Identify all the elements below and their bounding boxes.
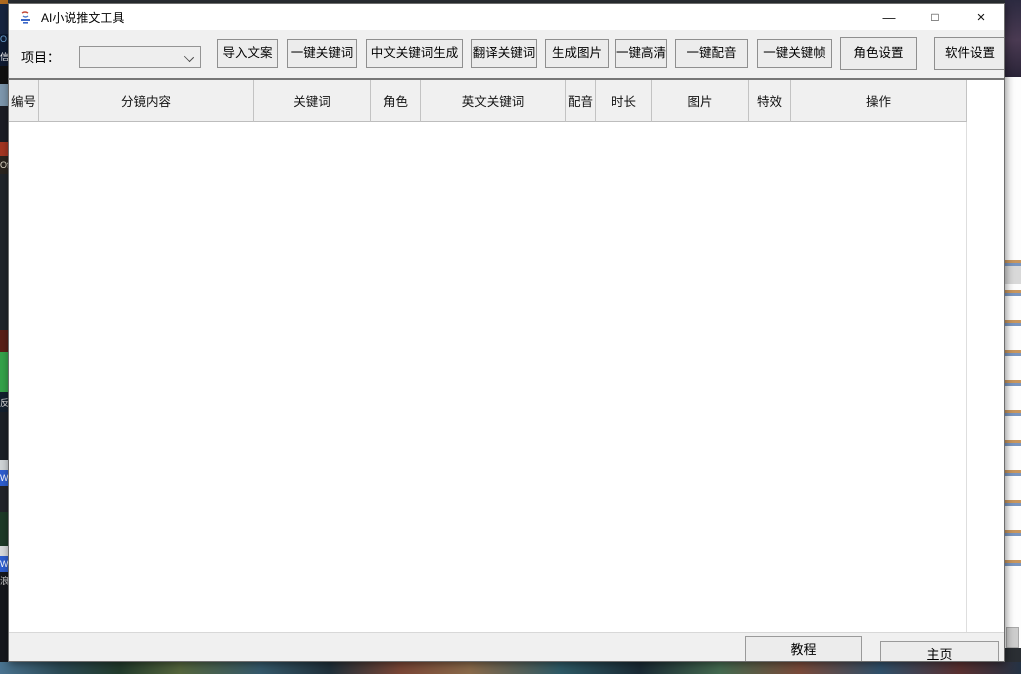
word-icon-fragment: W [0,473,8,483]
column-header-duration: 时长 [596,80,652,122]
translate-keywords-button[interactable]: 翻译关键词 [471,39,537,68]
column-header-dubbing: 配音 [566,80,596,122]
window-title: AI小说推文工具 [41,9,124,26]
app-icon [18,10,33,25]
background-window-scrollbar [1006,627,1019,648]
one-key-keyframe-button[interactable]: 一键关键帧 [757,39,832,68]
desktop-icon-label-fragment: 信 [0,52,8,62]
desktop-edge-right [1005,0,1021,674]
column-header-image: 图片 [652,80,749,122]
minimize-button[interactable]: — [866,4,912,30]
table-header-filler [967,80,1004,122]
close-button[interactable]: × [958,4,1004,30]
background-window-strip [1005,240,1021,570]
column-header-actions: 操作 [791,80,967,122]
chevron-down-icon [184,52,194,62]
table-viewport-divider [966,122,967,632]
software-settings-button[interactable]: 软件设置 [934,37,1005,70]
background-window-footer [1005,648,1021,662]
desktop-wallpaper-corner [1005,0,1021,77]
desktop-icon-label-fragment: 浪 [0,576,8,586]
one-key-keywords-button[interactable]: 一键关键词 [287,39,357,68]
table-header-row: 编号 分镜内容 关键词 角色 英文关键词 配音 时长 图片 特效 操作 [9,80,1004,122]
desktop: O 信 Of 反 W W 浪 AI小说推文工具 — [0,0,1021,674]
column-header-english-keywords: 英文关键词 [421,80,566,122]
toolbar: 项目： 导入文案 一键关键词 中文关键词生成 翻译关键词 生成图片 一键高清 一… [9,30,1004,78]
project-combobox[interactable] [79,46,201,68]
home-button[interactable]: 主页 [880,641,999,662]
generate-images-button[interactable]: 生成图片 [545,39,609,68]
one-key-hd-button[interactable]: 一键高清 [615,39,667,68]
column-header-keywords: 关键词 [254,80,371,122]
storyboard-table: 编号 分镜内容 关键词 角色 英文关键词 配音 时长 图片 特效 操作 [9,78,1004,632]
table-body-empty [9,122,1004,632]
app-window: AI小说推文工具 — □ × 项目： 导入文案 一键关键词 [8,3,1005,662]
desktop-icon-label-fragment: O [0,34,8,44]
desktop-icon-label-fragment: Of [0,160,8,170]
word-icon-fragment: W [0,559,8,569]
column-header-effects: 特效 [749,80,791,122]
column-header-character: 角色 [371,80,421,122]
close-icon: × [977,9,986,26]
project-label: 项目： [21,47,60,66]
maximize-icon: □ [931,10,938,24]
titlebar[interactable]: AI小说推文工具 — □ × [9,4,1004,30]
window-controls: — □ × [866,4,1004,30]
desktop-icon-label-fragment: 反 [0,398,8,408]
character-settings-button[interactable]: 角色设置 [840,37,917,70]
chinese-keywords-generate-button[interactable]: 中文关键词生成 [366,39,463,68]
maximize-button[interactable]: □ [912,4,958,30]
background-window-selected-row [1005,266,1021,284]
column-header-shot-content: 分镜内容 [39,80,254,122]
desktop-wallpaper-strip [0,662,1021,674]
tutorial-button[interactable]: 教程 [745,636,862,662]
import-copy-button[interactable]: 导入文案 [217,39,278,68]
minimize-icon: — [883,10,896,25]
one-key-dubbing-button[interactable]: 一键配音 [675,39,748,68]
desktop-edge-left: O 信 Of 反 W W 浪 [0,0,8,674]
column-header-index: 编号 [9,80,39,122]
